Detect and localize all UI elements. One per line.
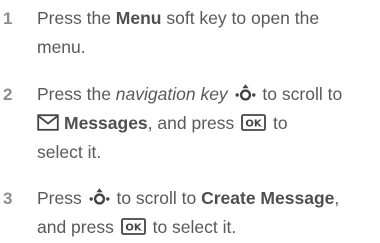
step-line: Press the navigation key to scroll to	[37, 80, 377, 109]
step-line: Press the Menu soft key to open the	[37, 4, 377, 33]
ok-key-icon: OK	[241, 114, 267, 131]
ok-key-text: OK	[246, 119, 264, 130]
step-number: 3	[3, 189, 13, 208]
text-segment: Press the	[37, 84, 116, 104]
step-number: 2	[3, 85, 13, 104]
step-number: 1	[3, 9, 13, 28]
create-message-label: Create Message	[201, 188, 335, 208]
ok-key-icon: OK	[120, 218, 146, 235]
ok-key-text: OK	[125, 223, 143, 234]
step-text: Press the Menu soft key to open the menu…	[37, 4, 377, 62]
menu-key-label: Menu	[115, 8, 162, 28]
instruction-steps: 1 Press the Menu soft key to open the me…	[0, 0, 380, 243]
text-segment: soft key to open the	[161, 8, 320, 28]
text-segment: Press the	[37, 8, 116, 28]
step-line: Press to scroll to Create Message,	[37, 184, 377, 213]
step-line: select it.	[37, 142, 102, 162]
text-segment: Press	[37, 188, 87, 208]
step-line: Messages, and press OK to	[37, 109, 377, 138]
text-segment: , and press	[147, 113, 240, 133]
envelope-icon	[37, 114, 59, 131]
navigation-key-icon	[235, 84, 256, 101]
text-segment: ,	[334, 188, 340, 208]
step-text: Press to scroll to Create Message, and p…	[37, 184, 377, 242]
navigation-key-icon	[89, 188, 110, 205]
text-segment: to scroll to	[257, 84, 343, 104]
text-segment: to select it.	[147, 217, 237, 237]
messages-label: Messages	[64, 113, 148, 133]
text-segment: to	[268, 113, 288, 133]
navigation-key-label: navigation key	[115, 84, 228, 104]
step-line: menu.	[37, 37, 86, 57]
text-segment: and press	[37, 217, 119, 237]
text-segment: to scroll to	[111, 188, 202, 208]
step-text: Press the navigation key to scroll to Me…	[37, 80, 377, 167]
step-line: and press OK to select it.	[37, 213, 377, 242]
